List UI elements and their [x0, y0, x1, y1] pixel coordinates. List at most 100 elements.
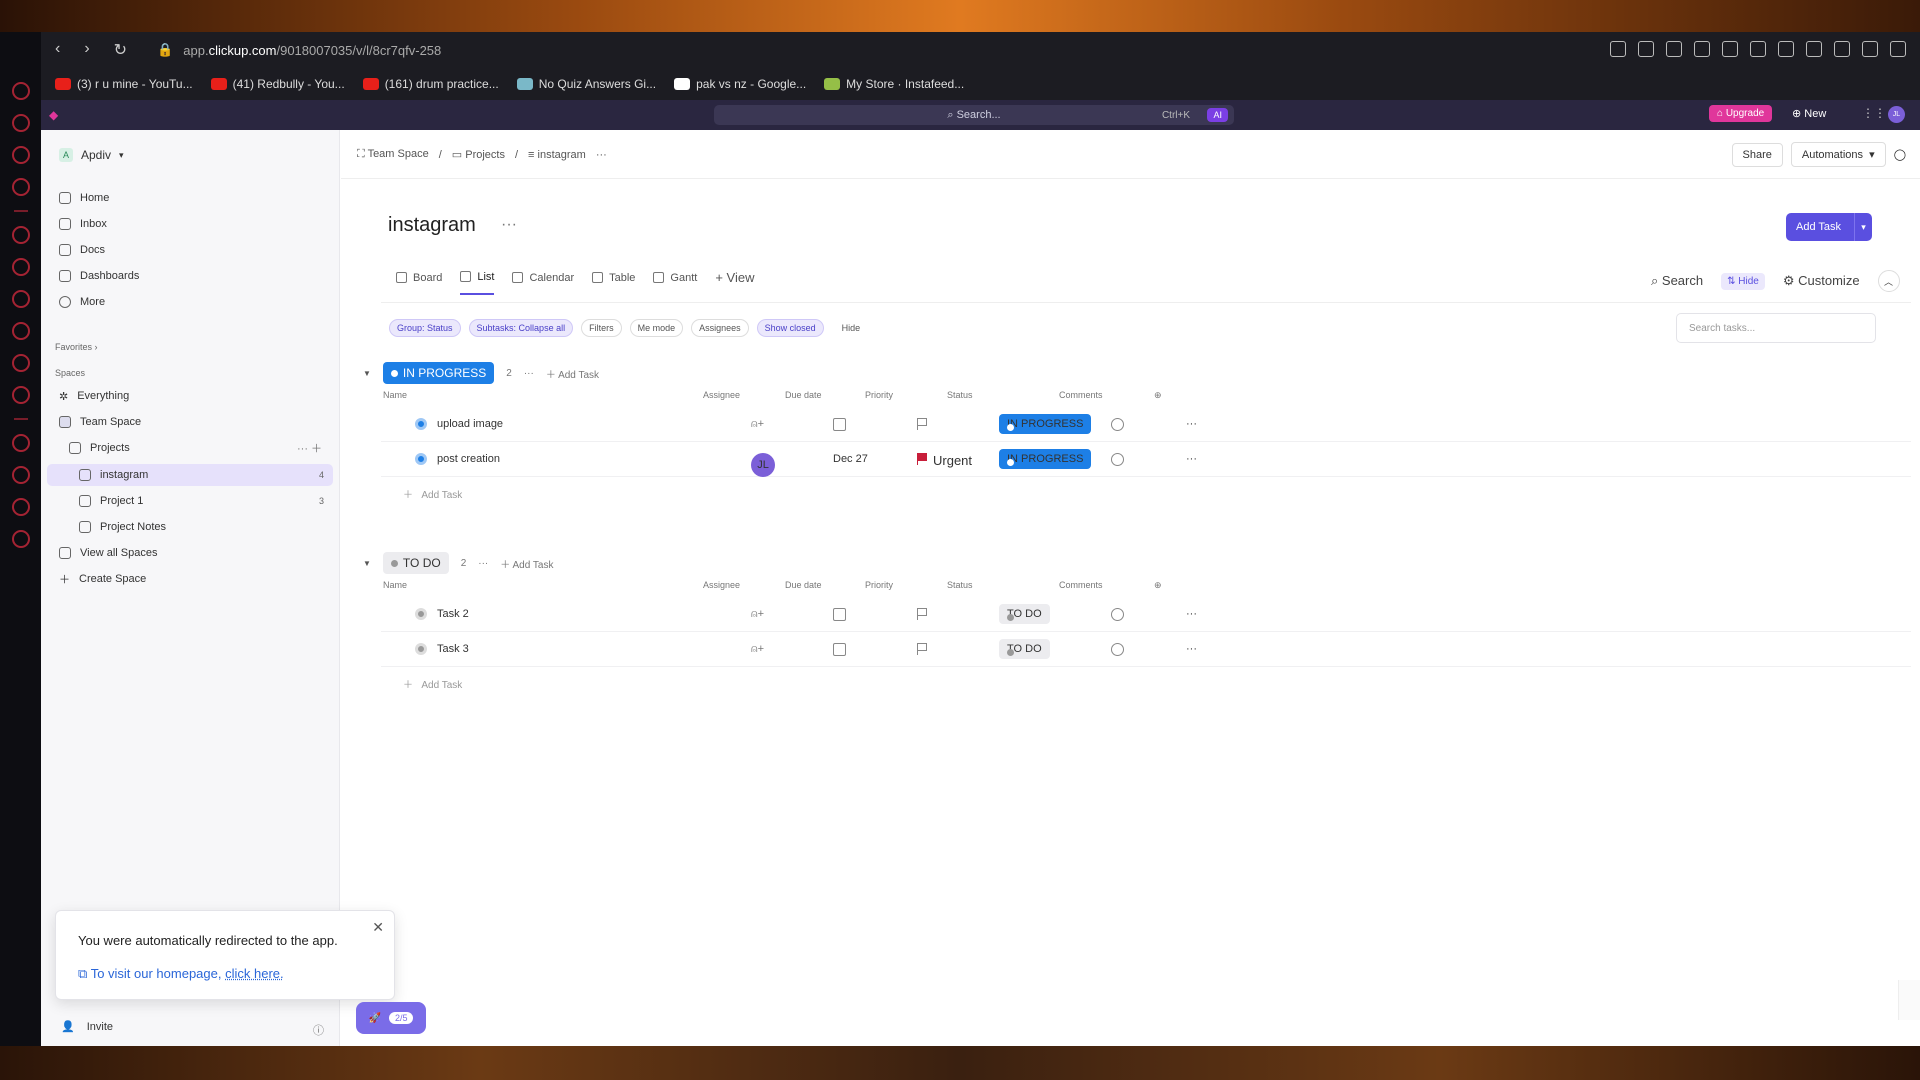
column-header[interactable]: Name — [383, 580, 407, 590]
collapse-triangle-icon[interactable]: ▼ — [363, 559, 371, 568]
row-more-icon[interactable]: ··· — [1186, 453, 1197, 465]
share-button[interactable]: Share — [1731, 142, 1783, 167]
comment-icon[interactable] — [1111, 608, 1124, 621]
dock-icon[interactable] — [11, 498, 30, 516]
sidebar-item-everything[interactable]: ✲ Everything — [59, 386, 129, 406]
dock-icon[interactable] — [11, 434, 30, 452]
crumb-projects[interactable]: ▭ Projects — [452, 148, 505, 161]
flag-icon[interactable] — [917, 453, 927, 465]
comment-icon[interactable] — [1111, 643, 1124, 656]
flag-icon[interactable] — [917, 418, 927, 430]
column-header[interactable]: Priority — [865, 580, 893, 590]
column-header[interactable]: Comments — [1059, 390, 1103, 400]
tab-board[interactable]: Board — [396, 272, 442, 294]
new-button[interactable]: ⊕ New — [1792, 107, 1826, 120]
status-badge[interactable]: TO DO — [999, 604, 1050, 624]
more-icon[interactable]: ··· — [596, 149, 607, 161]
folder-more-icon[interactable]: ··· ＋ — [297, 440, 322, 456]
sidebar-item-dashboards[interactable]: Dashboards — [59, 266, 139, 286]
due-date[interactable]: Dec 27 — [833, 453, 868, 465]
task-status-icon[interactable] — [415, 453, 427, 465]
sidebar-item-view-all-spaces[interactable]: View all Spaces — [59, 543, 157, 563]
dock-icon[interactable] — [11, 178, 30, 196]
cube-icon[interactable] — [1806, 41, 1822, 57]
extension-icon[interactable] — [1778, 41, 1794, 57]
view-search-button[interactable]: ⌕ Search — [1651, 273, 1703, 289]
sidebar-item-home[interactable]: Home — [59, 188, 109, 208]
column-header[interactable]: Name — [383, 390, 407, 400]
show-closed-chip[interactable]: Show closed — [756, 319, 824, 337]
filters-hide-button[interactable]: Hide — [832, 320, 871, 336]
group-status-badge[interactable]: TO DO — [382, 552, 449, 574]
tab-table[interactable]: Table — [592, 272, 635, 294]
reload-icon[interactable]: ↻ — [114, 40, 127, 60]
crumb-team-space[interactable]: ⛶ Team Space — [357, 148, 429, 161]
dock-icon[interactable] — [11, 146, 30, 164]
tab-list[interactable]: List — [460, 271, 495, 295]
task-status-icon[interactable] — [415, 643, 427, 655]
upgrade-button[interactable]: ⌂ Upgrade — [1709, 105, 1773, 122]
crumb-instagram[interactable]: ≡ instagram — [528, 149, 586, 161]
table-row[interactable]: Task 2 ⍝+ TO DO ··· — [381, 598, 1911, 632]
user-avatar[interactable]: JL — [1888, 106, 1905, 123]
invite-button[interactable]: 👤 Invite — [61, 1020, 113, 1034]
table-row[interactable]: upload image ⍝+ IN PROGRESS ··· — [381, 408, 1911, 442]
add-assignee-icon[interactable]: ⍝+ — [751, 643, 764, 656]
extension-icon[interactable] — [1750, 41, 1766, 57]
add-task-row[interactable]: ＋ Add Task — [403, 486, 462, 501]
ai-button[interactable]: AI — [1207, 108, 1228, 122]
calendar-icon[interactable] — [833, 643, 846, 656]
workspace-switcher[interactable]: A Apdiv ▾ — [59, 148, 124, 162]
add-assignee-icon[interactable]: ⍝+ — [751, 418, 764, 431]
back-icon[interactable]: ‹ — [55, 40, 60, 60]
row-more-icon[interactable]: ··· — [1186, 643, 1197, 655]
group-add-task[interactable]: ＋ Add Task — [500, 556, 553, 571]
add-column-icon[interactable]: ⊕ — [1154, 390, 1162, 401]
chevron-down-icon[interactable]: ▾ — [1854, 213, 1872, 241]
tab-gantt[interactable]: Gantt — [653, 272, 697, 294]
add-task-button[interactable]: Add Task ▾ — [1786, 213, 1872, 241]
chat-icon[interactable]: ◯ — [1894, 148, 1906, 161]
help-icon[interactable]: ⓘ — [313, 1022, 324, 1038]
me-mode-chip[interactable]: Me mode — [629, 319, 684, 337]
clickup-logo-icon[interactable]: ◆ — [49, 108, 58, 122]
task-status-icon[interactable] — [415, 608, 427, 620]
comment-icon[interactable] — [1111, 453, 1124, 466]
camera-icon[interactable] — [1638, 41, 1654, 57]
group-more-icon[interactable]: ··· — [524, 368, 534, 379]
dock-icon[interactable] — [11, 466, 30, 484]
sidebar-item-inbox[interactable]: Inbox — [59, 214, 107, 234]
menu-icon[interactable] — [1862, 41, 1878, 57]
dock-icon[interactable] — [11, 82, 30, 100]
dock-icon[interactable] — [11, 322, 30, 340]
customize-button[interactable]: ⚙ Customize — [1783, 273, 1860, 289]
search-tasks-input[interactable]: Search tasks... — [1676, 313, 1876, 343]
side-panel-toggle[interactable] — [1898, 980, 1920, 1020]
apps-grid-icon[interactable]: ⋮⋮ — [1862, 106, 1886, 120]
comment-icon[interactable] — [1111, 418, 1124, 431]
title-more-icon[interactable]: ··· — [501, 216, 517, 234]
sidebar-item-team-space[interactable]: Team Space — [59, 412, 141, 432]
dock-icon[interactable] — [11, 386, 30, 404]
task-name[interactable]: post creation — [437, 453, 500, 465]
task-name[interactable]: upload image — [437, 418, 503, 430]
sidebar-item-project-1[interactable]: Project 1 — [79, 491, 143, 511]
task-status-icon[interactable] — [415, 418, 427, 430]
column-header[interactable]: Due date — [785, 580, 822, 590]
add-column-icon[interactable]: ⊕ — [1154, 580, 1162, 591]
table-row[interactable]: Task 3 ⍝+ TO DO ··· — [381, 633, 1911, 667]
row-more-icon[interactable]: ··· — [1186, 418, 1197, 430]
add-assignee-icon[interactable]: ⍝+ — [751, 608, 764, 621]
collapse-icon[interactable]: ︿ — [1877, 270, 1900, 292]
sidebar-item-create-space[interactable]: ＋ Create Space — [59, 569, 146, 589]
column-header[interactable]: Priority — [865, 390, 893, 400]
bookmark-item[interactable]: (161) drum practice... — [362, 77, 499, 91]
profile-icon[interactable] — [1890, 41, 1906, 57]
bookmark-item[interactable]: (41) Redbully - You... — [210, 77, 345, 91]
dock-icon[interactable] — [11, 290, 30, 308]
heart-icon[interactable] — [1722, 41, 1738, 57]
add-task-row[interactable]: ＋ Add Task — [403, 676, 462, 691]
send-icon[interactable] — [1694, 41, 1710, 57]
assignees-chip[interactable]: Assignees — [691, 319, 749, 337]
bookmark-item[interactable]: (3) r u mine - YouTu... — [55, 77, 193, 91]
